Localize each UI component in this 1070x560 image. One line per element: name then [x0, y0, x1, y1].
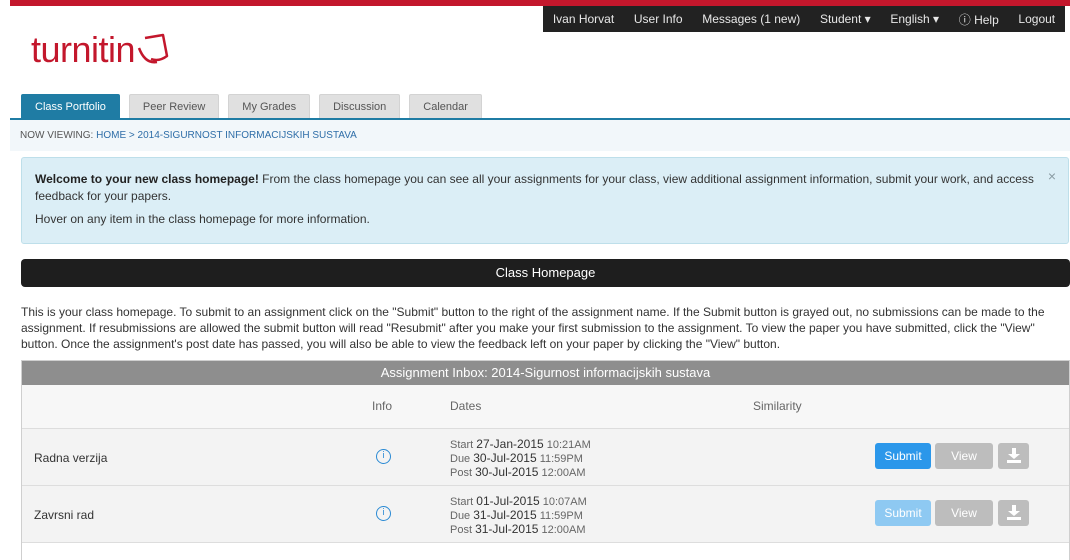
breadcrumb: NOW VIEWING: HOME > 2014-SIGURNOST INFOR… — [10, 120, 1070, 151]
view-button[interactable]: View — [935, 443, 993, 469]
post-time: 12:00AM — [541, 467, 586, 479]
user-info-link[interactable]: User Info — [634, 12, 683, 26]
post-date: 30-Jul-2015 — [475, 465, 539, 479]
assignment-dates: Start 01-Jul-2015 10:07AM Due 31-Jul-201… — [450, 495, 587, 537]
role-dropdown[interactable]: Student ▾ — [820, 12, 871, 26]
submit-button[interactable]: Submit — [875, 443, 931, 469]
view-button[interactable]: View — [935, 500, 993, 526]
inbox-title: Assignment Inbox: 2014-Sigurnost informa… — [22, 361, 1069, 385]
column-dates: Dates — [450, 399, 482, 413]
tab-class-portfolio[interactable]: Class Portfolio — [21, 94, 120, 119]
messages-link[interactable]: Messages (1 new) — [702, 12, 800, 26]
main-tabs: Class Portfolio Peer Review My Grades Di… — [21, 94, 491, 119]
download-button[interactable] — [998, 443, 1029, 469]
tab-discussion[interactable]: Discussion — [319, 94, 401, 119]
info-icon[interactable]: i — [376, 449, 391, 464]
close-icon[interactable]: × — [1048, 168, 1056, 185]
assignment-inbox: Assignment Inbox: 2014-Sigurnost informa… — [21, 360, 1070, 560]
due-label: Due — [450, 510, 471, 522]
submit-button-disabled[interactable]: Submit — [875, 500, 931, 526]
info-icon[interactable]: i — [376, 506, 391, 521]
download-icon — [1006, 448, 1021, 463]
due-date: 31-Jul-2015 — [473, 508, 537, 522]
start-time: 10:07AM — [542, 496, 587, 508]
class-homepage-bar: Class Homepage — [21, 259, 1070, 287]
due-time: 11:59PM — [539, 453, 583, 465]
start-label: Start — [450, 439, 474, 451]
breadcrumb-prefix: NOW VIEWING: — [20, 130, 94, 141]
logo-text: turnitin — [31, 29, 136, 70]
start-date: 01-Jul-2015 — [476, 494, 540, 508]
start-label: Start — [450, 496, 474, 508]
assignment-row: Radna verzija i Start 27-Jan-2015 10:21A… — [22, 429, 1069, 486]
post-label: Post — [450, 467, 473, 479]
user-name-link[interactable]: Ivan Horvat — [553, 12, 614, 26]
welcome-alert: × Welcome to your new class homepage! Fr… — [21, 157, 1069, 244]
post-time: 12:00AM — [541, 524, 586, 536]
download-icon — [1006, 505, 1021, 520]
assignment-row: Zavrsni rad i Start 01-Jul-2015 10:07AM … — [22, 486, 1069, 543]
tab-peer-review[interactable]: Peer Review — [128, 94, 220, 119]
breadcrumb-current[interactable]: 2014-SIGURNOST INFORMACIJSKIH SUSTAVA — [138, 130, 357, 141]
column-info: Info — [372, 399, 393, 413]
assignment-dates: Start 27-Jan-2015 10:21AM Due 30-Jul-201… — [450, 438, 591, 480]
assignment-name[interactable]: Radna verzija — [34, 451, 107, 465]
breadcrumb-sep: > — [128, 130, 135, 141]
welcome-message: Welcome to your new class homepage! From… — [35, 171, 1055, 205]
tab-my-grades[interactable]: My Grades — [228, 94, 311, 119]
help-link[interactable]: ⓘ Help — [959, 11, 999, 28]
top-nav: Ivan Horvat User Info Messages (1 new) S… — [543, 6, 1065, 32]
assignment-name[interactable]: Zavrsni rad — [34, 508, 94, 522]
breadcrumb-home[interactable]: HOME — [96, 130, 126, 141]
start-time: 10:21AM — [546, 439, 591, 451]
post-label: Post — [450, 524, 473, 536]
language-dropdown[interactable]: English ▾ — [890, 12, 939, 26]
welcome-hover-hint: Hover on any item in the class homepage … — [35, 212, 370, 226]
due-time: 11:59PM — [539, 510, 583, 522]
logout-link[interactable]: Logout — [1018, 12, 1055, 26]
download-button[interactable] — [998, 500, 1029, 526]
due-label: Due — [450, 453, 471, 465]
tab-calendar[interactable]: Calendar — [409, 94, 482, 119]
intro-text: This is your class homepage. To submit t… — [21, 305, 1045, 351]
inbox-column-header: Info Dates Similarity — [22, 385, 1069, 429]
column-similarity: Similarity — [753, 399, 802, 413]
welcome-title: Welcome to your new class homepage! — [35, 172, 259, 186]
due-date: 30-Jul-2015 — [473, 451, 537, 465]
post-date: 31-Jul-2015 — [475, 522, 539, 536]
logo-page-icon — [137, 33, 169, 64]
turnitin-logo[interactable]: turnitin — [31, 28, 173, 72]
start-date: 27-Jan-2015 — [476, 437, 544, 451]
